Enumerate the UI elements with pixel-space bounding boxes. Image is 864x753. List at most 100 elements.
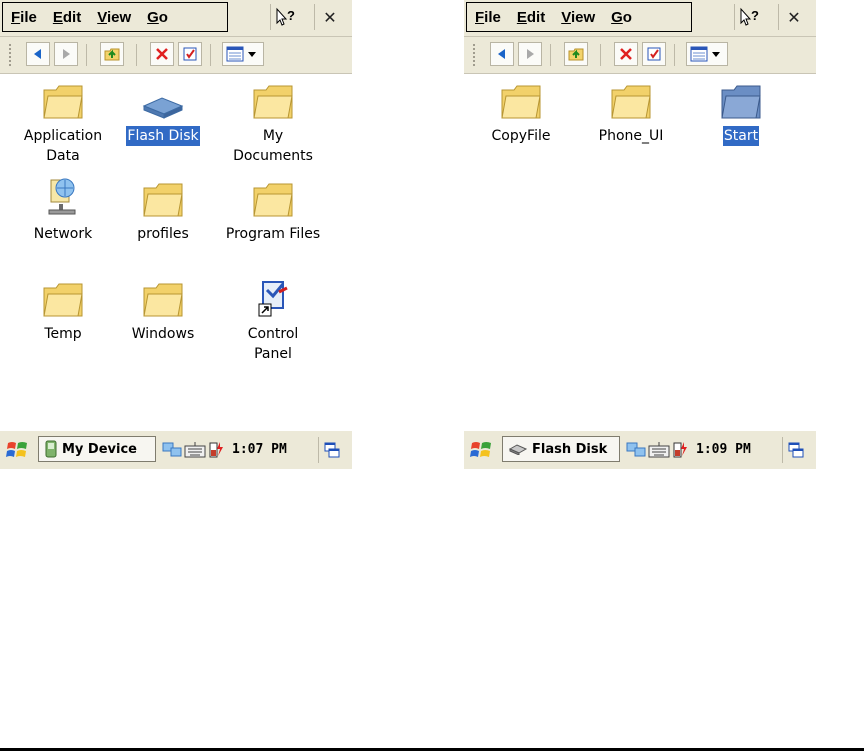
keyboard-icon[interactable]	[184, 440, 206, 458]
menu-group: File Edit View Go	[2, 2, 228, 32]
divider-line	[0, 748, 864, 751]
folder-icon	[501, 85, 541, 119]
help-button[interactable]: ?	[270, 4, 301, 30]
folder-icon	[43, 283, 83, 317]
close-button[interactable]: ✕	[314, 4, 345, 30]
list-view-icon	[690, 46, 708, 62]
taskbar-window-label: My Device	[62, 441, 137, 457]
menu-go[interactable]: Go	[139, 9, 176, 26]
icon-label: CopyFile	[491, 128, 551, 144]
start-button[interactable]	[4, 437, 32, 463]
flash-disk-icon	[142, 97, 184, 119]
help-cursor-icon: ?	[276, 7, 295, 26]
desktop-button[interactable]	[782, 437, 809, 463]
start-button[interactable]	[468, 437, 496, 463]
taskbar-window-button[interactable]: Flash Disk	[502, 436, 620, 462]
close-button[interactable]: ✕	[778, 4, 809, 30]
control-panel-icon	[258, 281, 288, 317]
menu-edit[interactable]: Edit	[45, 9, 89, 26]
icon-label: Network	[33, 226, 93, 242]
icon-temp[interactable]: Temp	[8, 278, 118, 344]
back-arrow-icon	[498, 49, 505, 59]
icon-profiles[interactable]: profiles	[108, 178, 218, 244]
battery-icon[interactable]	[672, 440, 688, 458]
menu-view[interactable]: View	[553, 9, 603, 26]
icon-network[interactable]: Network	[8, 178, 118, 244]
svg-text:?: ?	[751, 8, 759, 23]
battery-icon[interactable]	[208, 440, 224, 458]
icon-label: Phone_UI	[598, 128, 664, 144]
folder-icon	[143, 283, 183, 317]
keyboard-icon[interactable]	[648, 440, 670, 458]
folder-icon	[611, 85, 651, 119]
windows-flag-icon	[470, 442, 491, 457]
menu-file[interactable]: File	[467, 9, 509, 26]
forward-button[interactable]	[54, 42, 78, 66]
desktop-button[interactable]	[318, 437, 345, 463]
icon-label-selected: Flash Disk	[126, 126, 200, 146]
network-status-icon[interactable]	[162, 440, 182, 458]
icon-phone-ui[interactable]: Phone_UI	[576, 80, 686, 146]
toolbar-grip[interactable]	[472, 43, 476, 67]
help-cursor-icon: ?	[740, 7, 759, 26]
delete-x-icon	[156, 48, 168, 60]
menu-view[interactable]: View	[89, 9, 139, 26]
up-button[interactable]	[100, 42, 124, 66]
taskbar: Flash Disk 1:09 PM	[464, 430, 816, 469]
windows-flag-icon	[6, 442, 27, 457]
toolbar	[0, 37, 352, 74]
icon-copyfile[interactable]: CopyFile	[466, 80, 576, 146]
taskbar-window-button[interactable]: My Device	[38, 436, 156, 462]
clock[interactable]: 1:09 PM	[696, 442, 751, 457]
delete-button[interactable]	[614, 42, 638, 66]
back-arrow-icon	[34, 49, 41, 59]
clock[interactable]: 1:07 PM	[232, 442, 287, 457]
menu-group: File Edit View Go	[466, 2, 692, 32]
icon-my-documents[interactable]: My Documents	[218, 80, 328, 166]
list-view-icon	[226, 46, 244, 62]
system-tray: 1:07 PM	[162, 436, 287, 462]
view-menu-button[interactable]	[686, 42, 728, 66]
icon-windows[interactable]: Windows	[108, 278, 218, 344]
folder-icon	[253, 85, 293, 119]
icon-label-line2: Panel	[254, 346, 292, 362]
menu-bar: File Edit View Go ? ✕	[0, 0, 352, 37]
up-folder-icon	[104, 48, 120, 61]
delete-button[interactable]	[150, 42, 174, 66]
icon-flash-disk[interactable]: Flash Disk	[108, 80, 218, 146]
icon-control-panel[interactable]: Control Panel	[218, 278, 328, 364]
forward-arrow-icon	[527, 49, 534, 59]
icon-label: Program Files	[225, 226, 321, 242]
icon-label-selected: Start	[722, 126, 760, 146]
menu-go[interactable]: Go	[603, 9, 640, 26]
menu-file[interactable]: File	[3, 9, 45, 26]
icon-label-line2: Data	[46, 148, 80, 164]
icon-application-data[interactable]: Application Data	[8, 80, 118, 166]
folder-icon	[143, 183, 183, 217]
network-icon	[48, 178, 76, 215]
back-button[interactable]	[490, 42, 514, 66]
view-menu-button[interactable]	[222, 42, 264, 66]
icon-label: profiles	[137, 226, 189, 242]
taskbar-window-label: Flash Disk	[532, 441, 608, 457]
icon-program-files[interactable]: Program Files	[218, 178, 328, 244]
device-icon	[45, 440, 57, 458]
system-tray: 1:09 PM	[626, 436, 751, 462]
properties-button[interactable]	[178, 42, 202, 66]
svg-text:?: ?	[287, 8, 295, 23]
icon-start[interactable]: Start	[686, 80, 796, 146]
network-status-icon[interactable]	[626, 440, 646, 458]
left-screen: File Edit View Go ? ✕ Application Data F…	[0, 0, 352, 469]
toolbar-grip[interactable]	[8, 43, 12, 67]
chevron-down-icon	[712, 52, 720, 57]
forward-button[interactable]	[518, 42, 542, 66]
up-button[interactable]	[564, 42, 588, 66]
folder-icon	[43, 85, 83, 119]
right-screen: File Edit View Go ? ✕ CopyFile Phone_UI …	[464, 0, 816, 469]
back-button[interactable]	[26, 42, 50, 66]
properties-icon	[647, 47, 661, 61]
menu-edit[interactable]: Edit	[509, 9, 553, 26]
help-button[interactable]: ?	[734, 4, 765, 30]
properties-button[interactable]	[642, 42, 666, 66]
toolbar	[464, 37, 816, 74]
